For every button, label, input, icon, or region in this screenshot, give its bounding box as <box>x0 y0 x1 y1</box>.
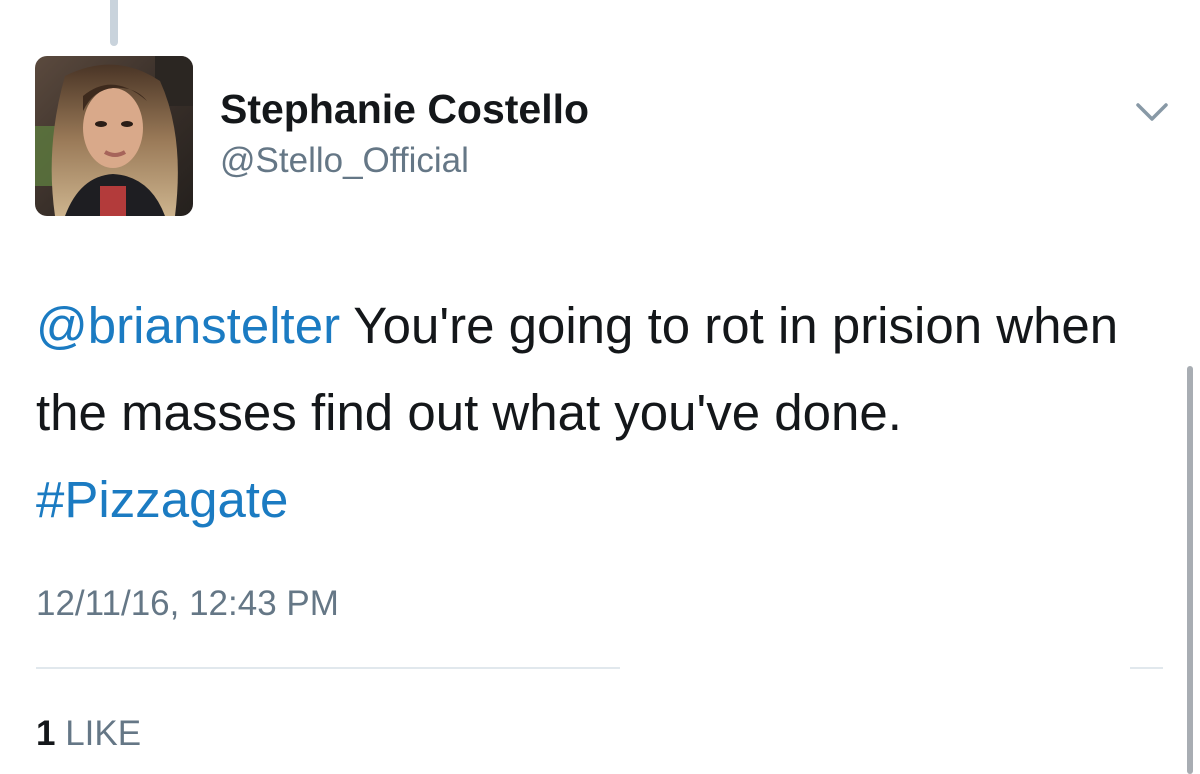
divider <box>36 667 620 669</box>
mention-link[interactable]: @brianstelter <box>36 297 340 354</box>
author-display-name[interactable]: Stephanie Costello <box>220 86 589 133</box>
avatar[interactable] <box>35 56 193 216</box>
hashtag-link[interactable]: #Pizzagate <box>36 471 288 528</box>
scrollbar[interactable] <box>1187 366 1193 774</box>
thread-connector-line <box>110 0 118 46</box>
likes-stat[interactable]: 1 LIKE <box>36 714 141 754</box>
avatar-photo <box>35 56 193 216</box>
likes-count: 1 <box>36 714 56 753</box>
author-handle[interactable]: @Stello_Official <box>220 141 469 181</box>
tweet-timestamp: 12/11/16, 12:43 PM <box>36 584 339 623</box>
likes-label: LIKE <box>65 714 142 753</box>
divider <box>1130 667 1163 669</box>
chevron-down-icon[interactable] <box>1134 100 1170 124</box>
tweet-text: @brianstelter You're going to rot in pri… <box>36 282 1166 543</box>
